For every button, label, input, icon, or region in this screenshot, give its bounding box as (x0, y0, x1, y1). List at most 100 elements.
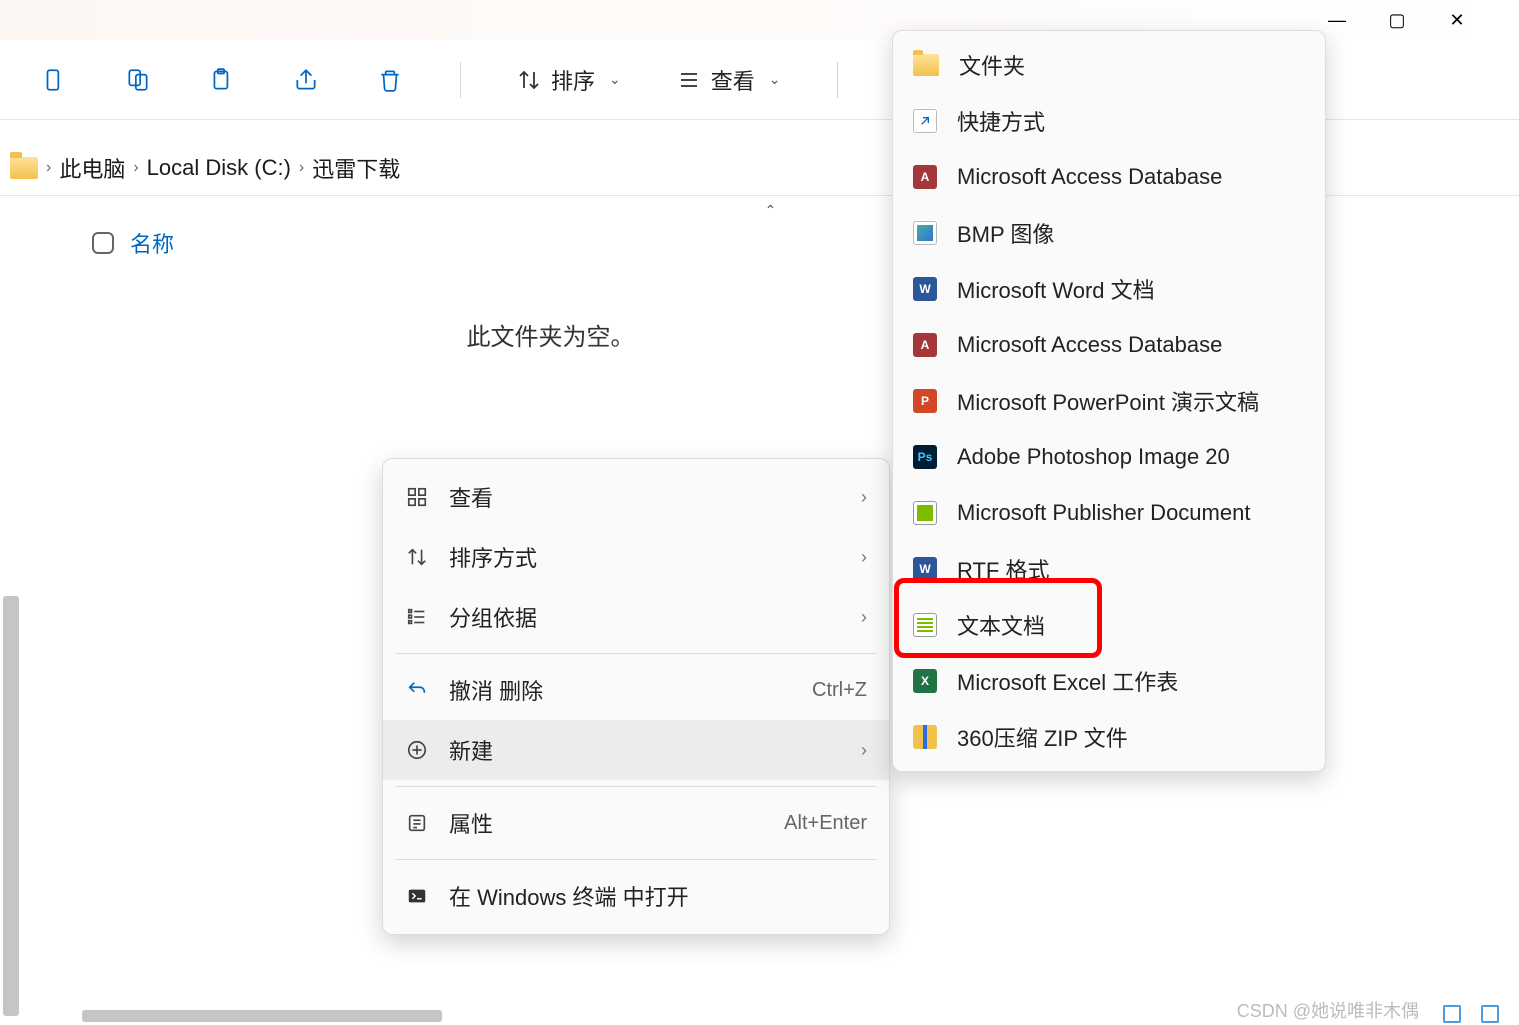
chevron-down-icon: ⌄ (769, 71, 781, 88)
new-access[interactable]: A Microsoft Access Database (893, 149, 1325, 205)
chevron-right-icon: › (861, 487, 867, 508)
ctx-label: 撤消 删除 (449, 674, 792, 706)
ctx-new[interactable]: 新建 › (383, 720, 889, 780)
new-rtf[interactable]: W RTF 格式 (893, 541, 1325, 597)
photoshop-icon: Ps (913, 445, 937, 469)
shortcut-icon (913, 109, 937, 133)
chevron-right-icon: › (861, 547, 867, 568)
group-icon (405, 605, 429, 629)
grid-icon (405, 485, 429, 509)
select-all-checkbox[interactable] (92, 232, 114, 254)
access-icon: A (913, 333, 937, 357)
rtf-icon: W (913, 557, 937, 581)
close-button[interactable]: ✕ (1447, 10, 1467, 30)
sort-button[interactable]: 排序 ⌄ (517, 64, 621, 96)
ctx-label: 分组依据 (449, 601, 841, 633)
sort-icon (405, 545, 429, 569)
maximize-button[interactable]: ▢ (1387, 10, 1407, 30)
new-powerpoint[interactable]: P Microsoft PowerPoint 演示文稿 (893, 373, 1325, 429)
item-label: Microsoft Excel 工作表 (957, 665, 1178, 697)
toolbar-separator (837, 62, 838, 98)
undo-icon (405, 678, 429, 702)
view-button[interactable]: 查看 ⌄ (677, 64, 781, 96)
chevron-right-icon: › (46, 159, 51, 177)
item-label: RTF 格式 (957, 553, 1049, 585)
sort-label: 排序 (551, 64, 595, 96)
ctx-view[interactable]: 查看 › (383, 467, 889, 527)
new-bmp[interactable]: BMP 图像 (893, 205, 1325, 261)
item-label: 360压缩 ZIP 文件 (957, 721, 1128, 753)
delete-icon[interactable] (376, 66, 404, 94)
ctx-terminal[interactable]: 在 Windows 终端 中打开 (383, 866, 889, 926)
folder-icon (913, 54, 939, 76)
ctx-label: 属性 (449, 807, 764, 839)
menu-separator (395, 859, 877, 860)
tiles-view-icon[interactable] (1481, 1005, 1499, 1023)
new-photoshop[interactable]: Ps Adobe Photoshop Image 20 (893, 429, 1325, 485)
item-label: Microsoft PowerPoint 演示文稿 (957, 385, 1259, 417)
toolbar-separator (460, 62, 461, 98)
ctx-label: 排序方式 (449, 541, 841, 573)
new-text-document[interactable]: 文本文档 (893, 597, 1325, 653)
paste-icon[interactable] (208, 66, 236, 94)
plus-circle-icon (405, 738, 429, 762)
ctx-undo[interactable]: 撤消 删除 Ctrl+Z (383, 660, 889, 720)
chevron-down-icon: ⌄ (609, 71, 621, 88)
powerpoint-icon: P (913, 389, 937, 413)
scrollbar-thumb[interactable] (3, 596, 19, 1016)
folder-icon[interactable] (10, 157, 38, 179)
cut-icon[interactable] (40, 66, 68, 94)
chevron-right-icon: › (861, 740, 867, 761)
menu-separator (395, 653, 877, 654)
chevron-right-icon: › (861, 607, 867, 628)
breadcrumb-item[interactable]: 此电脑 (59, 152, 125, 184)
publisher-icon (913, 501, 937, 525)
word-icon: W (913, 277, 937, 301)
ctx-group[interactable]: 分组依据 › (383, 587, 889, 647)
ctx-shortcut: Alt+Enter (784, 812, 867, 835)
item-label: 文件夹 (959, 49, 1025, 81)
item-label: Microsoft Access Database (957, 332, 1222, 358)
nav-scrollbar[interactable] (0, 196, 22, 1025)
item-label: Microsoft Publisher Document (957, 500, 1250, 526)
chevron-right-icon: › (133, 159, 138, 177)
bmp-icon (913, 221, 937, 245)
context-menu: 查看 › 排序方式 › 分组依据 › 撤消 删除 Ctrl+Z 新建 › 属性 … (382, 458, 890, 935)
column-name[interactable]: 名称 (130, 227, 174, 259)
item-label: 快捷方式 (957, 105, 1045, 137)
ctx-properties[interactable]: 属性 Alt+Enter (383, 793, 889, 853)
view-mode-icons (1443, 1005, 1499, 1023)
item-label: Adobe Photoshop Image 20 (957, 444, 1230, 470)
item-label: 文本文档 (957, 609, 1045, 641)
ctx-sort[interactable]: 排序方式 › (383, 527, 889, 587)
menu-separator (395, 786, 877, 787)
share-icon[interactable] (292, 66, 320, 94)
new-shortcut[interactable]: 快捷方式 (893, 93, 1325, 149)
new-zip[interactable]: 360压缩 ZIP 文件 (893, 709, 1325, 765)
new-publisher[interactable]: Microsoft Publisher Document (893, 485, 1325, 541)
breadcrumb-item[interactable]: Local Disk (C:) (147, 155, 291, 181)
new-access-2[interactable]: A Microsoft Access Database (893, 317, 1325, 373)
horizontal-scrollbar[interactable] (82, 1007, 1059, 1025)
item-label: Microsoft Access Database (957, 164, 1222, 190)
copy-icon[interactable] (124, 66, 152, 94)
breadcrumb-item[interactable]: 迅雷下载 (312, 152, 400, 184)
chevron-right-icon: › (299, 159, 304, 177)
new-submenu: 文件夹 快捷方式 A Microsoft Access Database BMP … (892, 30, 1326, 772)
scrollbar-thumb[interactable] (82, 1010, 442, 1022)
new-excel[interactable]: XMicrosoft Excel 工作表 (893, 653, 1325, 709)
zip-icon (913, 725, 937, 749)
item-label: Microsoft Word 文档 (957, 273, 1155, 305)
new-folder[interactable]: 文件夹 (893, 37, 1325, 93)
text-icon (913, 613, 937, 637)
item-label: BMP 图像 (957, 217, 1054, 249)
new-word[interactable]: W Microsoft Word 文档 (893, 261, 1325, 317)
ctx-label: 查看 (449, 481, 841, 513)
watermark: CSDN @她说唯非木偶 (1237, 997, 1419, 1023)
access-icon: A (913, 165, 937, 189)
window-controls: — ▢ ✕ (1327, 10, 1487, 30)
ctx-label: 新建 (449, 734, 841, 766)
minimize-button[interactable]: — (1327, 10, 1347, 30)
ctx-shortcut: Ctrl+Z (812, 679, 867, 702)
details-view-icon[interactable] (1443, 1005, 1461, 1023)
